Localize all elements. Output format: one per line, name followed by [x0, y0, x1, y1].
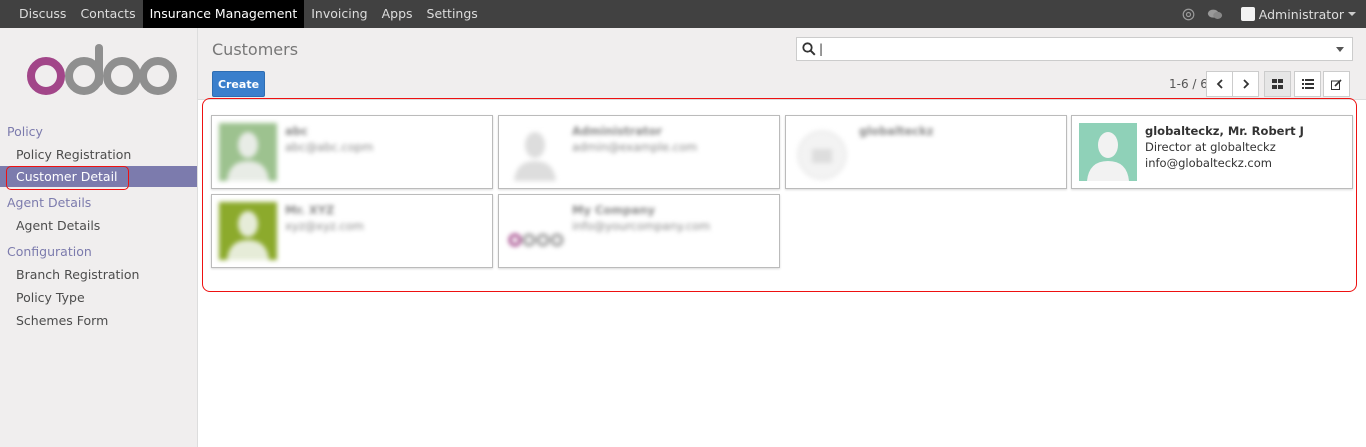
edit-icon: [1331, 78, 1342, 90]
systray: Administrator: [1181, 0, 1356, 28]
list-view-button[interactable]: [1294, 71, 1321, 97]
search-dropdown-icon[interactable]: [1336, 47, 1344, 52]
sidebar-item-policy-registration[interactable]: Policy Registration: [0, 144, 197, 165]
avatar: [1240, 7, 1255, 21]
odoo-logo: [27, 44, 177, 95]
create-button[interactable]: Create: [212, 71, 265, 97]
sidebar-item-schemes-form[interactable]: Schemes Form: [0, 310, 197, 331]
chevron-right-icon: [1242, 79, 1249, 89]
search-icon: [802, 42, 816, 56]
grid-icon: [1272, 79, 1283, 89]
at-sign-icon[interactable]: [1181, 6, 1197, 22]
highlight-annotation-sidebar: [6, 166, 129, 190]
control-panel: Customers Create 1-6 / 6: [198, 28, 1366, 100]
sidebar-item-policy-type[interactable]: Policy Type: [0, 287, 197, 308]
menu-insurance-management[interactable]: Insurance Management: [142, 0, 305, 28]
chat-bubbles-icon[interactable]: [1207, 6, 1223, 22]
kanban-view-button[interactable]: [1264, 71, 1291, 97]
menu-invoicing[interactable]: Invoicing: [304, 0, 374, 28]
chevron-down-icon: [1348, 12, 1356, 16]
search-input[interactable]: [819, 40, 1319, 58]
menu-apps[interactable]: Apps: [375, 0, 420, 28]
section-configuration: Configuration: [7, 244, 92, 259]
menu-settings[interactable]: Settings: [420, 0, 485, 28]
form-view-button[interactable]: [1323, 71, 1350, 97]
sidebar-item-branch-registration[interactable]: Branch Registration: [0, 264, 197, 285]
search-box[interactable]: [796, 37, 1353, 61]
section-agent-details: Agent Details: [7, 195, 92, 210]
section-policy: Policy: [7, 124, 43, 139]
pager-next-button[interactable]: [1232, 71, 1259, 97]
menu-contacts[interactable]: Contacts: [73, 0, 142, 28]
main-content: Customers Create 1-6 / 6: [198, 28, 1366, 447]
chevron-left-icon: [1216, 79, 1223, 89]
pager-previous-button[interactable]: [1206, 71, 1233, 97]
page-title: Customers: [212, 40, 299, 59]
user-name: Administrator: [1258, 6, 1344, 22]
user-menu[interactable]: Administrator: [1240, 6, 1356, 22]
sidebar-item-agent-details[interactable]: Agent Details: [0, 215, 197, 236]
sidebar: Policy Policy Registration Customer Deta…: [0, 28, 198, 447]
list-icon: [1301, 79, 1314, 89]
top-navbar: Discuss Contacts Insurance Management In…: [0, 0, 1366, 28]
app-menu: Discuss Contacts Insurance Management In…: [12, 0, 485, 28]
menu-discuss[interactable]: Discuss: [12, 0, 73, 28]
highlight-annotation-kanban: [202, 98, 1357, 292]
pager-value[interactable]: 1-6 / 6: [1169, 77, 1208, 91]
